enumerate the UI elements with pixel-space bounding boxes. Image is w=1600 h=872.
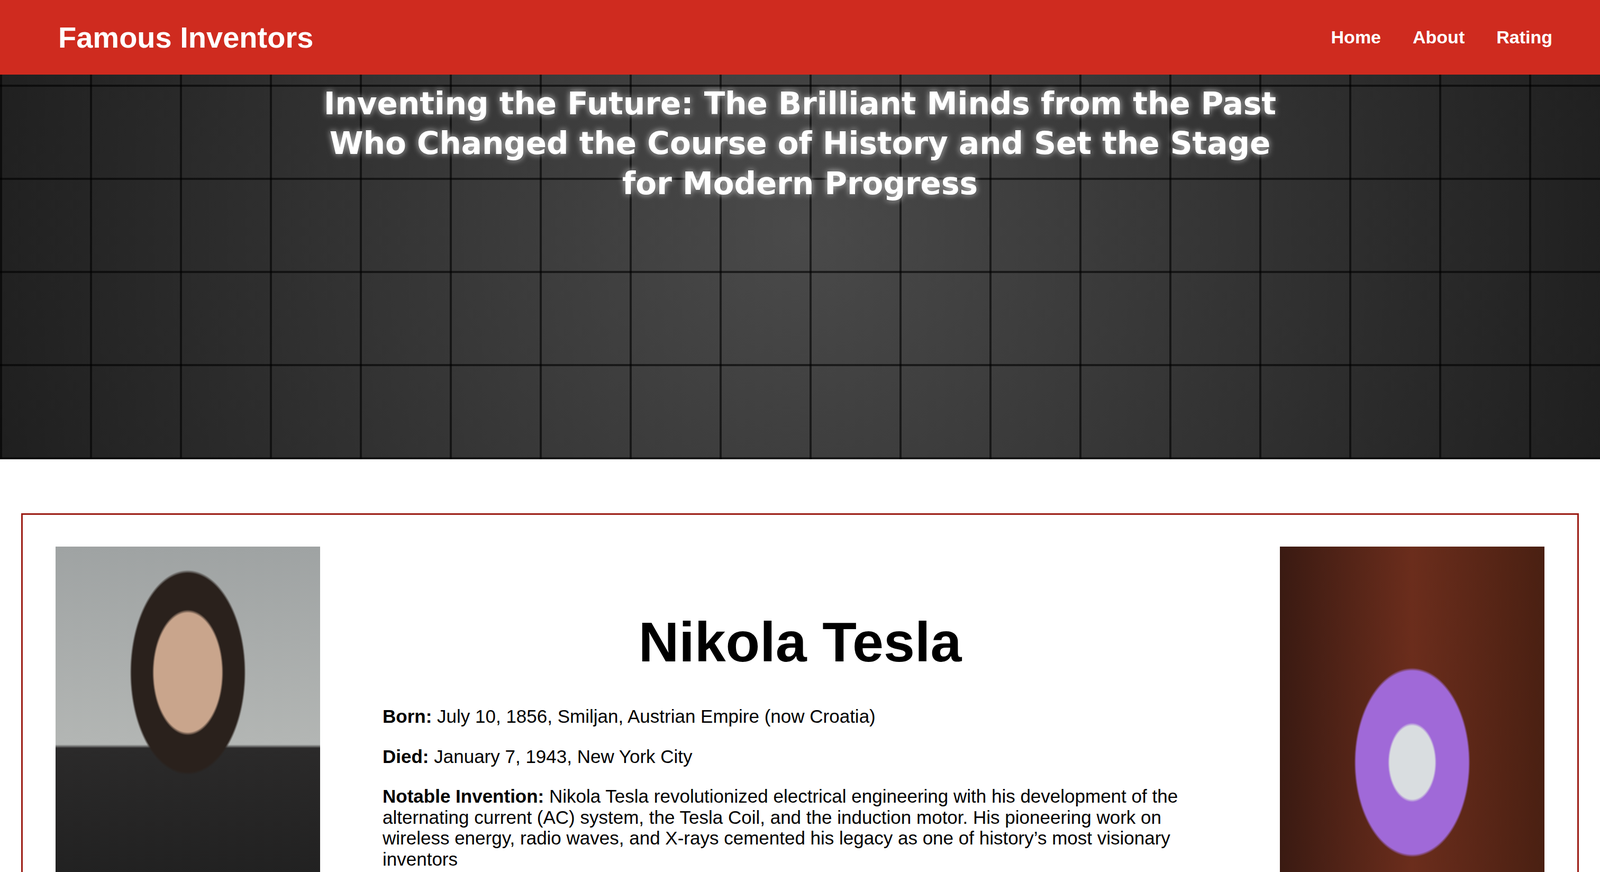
hero-banner: Inventing the Future: The Brilliant Mind…: [0, 74, 1600, 460]
fact-row: Notable Invention: Nikola Tesla revoluti…: [382, 785, 1218, 870]
fact-label: Notable Invention:: [382, 785, 544, 807]
fact-value: July 10, 1856, Smiljan, Austrian Empire …: [437, 705, 876, 727]
hero-title: Inventing the Future: The Brilliant Mind…: [307, 84, 1293, 204]
nav-menu: Home About Rating: [1331, 26, 1553, 48]
inventor-info: Nikola Tesla Born: July 10, 1856, Smilja…: [320, 546, 1280, 872]
fact-label: Died:: [382, 746, 430, 767]
invention-photo: [1279, 546, 1545, 872]
fact-row: Died: January 7, 1943, New York City: [382, 746, 1218, 768]
nav-link[interactable]: Home: [1331, 26, 1381, 48]
fact-row: Born: July 10, 1856, Smiljan, Austrian E…: [382, 705, 1218, 727]
nav-link[interactable]: Rating: [1496, 26, 1553, 48]
inventor-card: Nikola Tesla Born: July 10, 1856, Smilja…: [21, 513, 1579, 872]
fact-label: Born:: [382, 705, 432, 727]
site-title[interactable]: Famous Inventors: [58, 20, 314, 55]
portrait-photo: [55, 546, 321, 872]
nav-link[interactable]: About: [1412, 26, 1465, 48]
fact-value: January 7, 1943, New York City: [433, 746, 693, 767]
inventor-name: Nikola Tesla: [382, 610, 1218, 675]
top-bar: Famous Inventors Home About Rating: [0, 0, 1600, 75]
